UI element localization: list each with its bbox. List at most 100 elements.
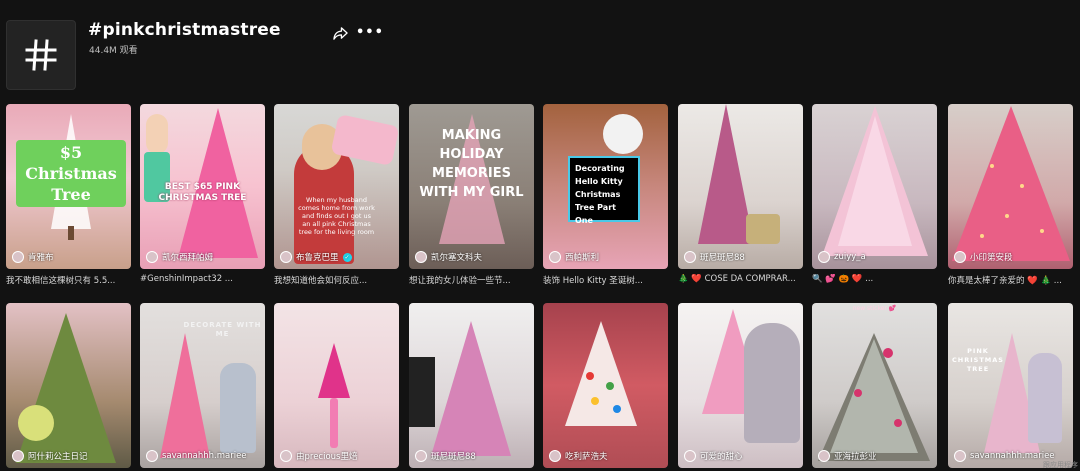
video-thumbnail[interactable]: DECORATE WITH ME savannahhh.mariee xyxy=(140,303,265,468)
person-figure xyxy=(220,363,256,453)
video-thumbnail[interactable]: 斑尼斑尼88 xyxy=(409,303,534,468)
avatar xyxy=(146,450,158,462)
avatar xyxy=(280,251,292,263)
person-figure xyxy=(744,323,800,443)
avatar xyxy=(549,251,561,263)
avatar xyxy=(684,251,696,263)
video-overlay-text: DECORATE WITH ME xyxy=(183,321,262,338)
video-caption: 🎄 ❤️ COSE DA COMPRAR... xyxy=(678,274,796,284)
view-count: 44.4M 观看 xyxy=(89,46,138,56)
video-author: 亚海拉彭业 xyxy=(818,450,877,462)
video-author: 西帕斯利 xyxy=(549,251,599,263)
video-author: 吃利萨浩夫 xyxy=(549,450,608,462)
video-thumbnail[interactable]: zuiyy_a xyxy=(812,104,937,269)
video-thumbnail[interactable]: Decorating Hello Kitty Christmas Tree Pa… xyxy=(543,104,668,269)
video-author: 可爱的甜心 xyxy=(684,450,743,462)
video-card[interactable]: MAKING HOLIDAY MEMORIES WITH MY GIRL 凯尔塞… xyxy=(409,104,534,286)
video-thumbnail[interactable]: 可爱的甜心 xyxy=(678,303,803,468)
video-card[interactable]: PINK CHRISTMAS TREE savannahhh.mariee xyxy=(948,303,1073,468)
avatar xyxy=(415,251,427,263)
video-author: 斑尼斑尼88 xyxy=(684,251,745,263)
video-caption: 装饰 Hello Kitty 圣诞树... xyxy=(543,276,643,286)
video-card[interactable]: 小印第安段 你真是太棒了亲爱的 ❤️ 🎄 ... xyxy=(948,104,1073,286)
video-card[interactable]: Decorating Hello Kitty Christmas Tree Pa… xyxy=(543,104,668,286)
video-card[interactable]: When my husband comes home from work and… xyxy=(274,104,399,286)
hashtag-avatar xyxy=(6,20,76,90)
video-card[interactable]: 斑尼斑尼88 xyxy=(409,303,534,468)
video-overlay-text: When my husband comes home from work and… xyxy=(298,196,375,236)
video-thumbnail[interactable]: new sticker 💕 亚海拉彭业 xyxy=(812,303,937,468)
video-author: 凯尔塞文科夫 xyxy=(415,251,482,263)
tree-graphic xyxy=(818,333,930,461)
video-card[interactable]: $5 Christmas Tree 肯雅布 我不敢相信这棵树只有 5.5... xyxy=(6,104,131,286)
tree-graphic xyxy=(822,106,928,256)
share-icon[interactable] xyxy=(333,26,348,41)
video-thumbnail[interactable]: BEST $65 PINK CHRISTMAS TREE 凯尔西拜帕姆 xyxy=(140,104,265,269)
video-overlay-text: Decorating Hello Kitty Christmas Tree Pa… xyxy=(568,156,640,225)
video-thumbnail[interactable]: PINK CHRISTMAS TREE savannahhh.mariee xyxy=(948,303,1073,468)
video-thumbnail[interactable]: 小印第安段 xyxy=(948,104,1073,269)
tree-graphic xyxy=(431,321,511,456)
tree-graphic xyxy=(565,321,637,426)
video-thumbnail[interactable]: 由precious里焙 xyxy=(274,303,399,468)
video-caption: 想让我的女儿体验一些节... xyxy=(409,276,511,286)
video-author: savannahhh.mariee xyxy=(954,450,1055,462)
video-card[interactable]: new sticker 💕 亚海拉彭业 xyxy=(812,303,937,468)
avatar xyxy=(549,450,561,462)
avatar xyxy=(146,251,158,263)
video-card[interactable]: 斑尼斑尼88 🎄 ❤️ COSE DA COMPRAR... xyxy=(678,104,803,284)
verified-badge-icon: ✓ xyxy=(342,252,352,262)
video-thumbnail[interactable]: 斑尼斑尼88 xyxy=(678,104,803,269)
video-author: 斑尼斑尼88 xyxy=(415,450,476,462)
video-overlay-text: new sticker 💕 xyxy=(852,305,897,312)
video-author: 肯雅布 xyxy=(12,251,54,263)
avatar xyxy=(818,251,830,263)
video-card[interactable]: 吃利萨浩夫 xyxy=(543,303,668,468)
video-author: 小印第安段 xyxy=(954,251,1013,263)
person-figure xyxy=(1028,353,1062,443)
avatar xyxy=(12,251,24,263)
avatar xyxy=(954,251,966,263)
video-caption: 你真是太棒了亲爱的 ❤️ 🎄 ... xyxy=(948,276,1062,286)
tree-graphic xyxy=(160,333,210,458)
video-card[interactable]: 可爱的甜心 xyxy=(678,303,803,468)
video-overlay-text: $5 Christmas Tree xyxy=(16,140,126,207)
video-card[interactable]: BEST $65 PINK CHRISTMAS TREE 凯尔西拜帕姆 #Gen… xyxy=(140,104,265,284)
screen-object xyxy=(409,357,435,427)
avatar xyxy=(818,450,830,462)
tree-graphic xyxy=(16,313,116,463)
tree-graphic xyxy=(318,343,350,448)
video-thumbnail[interactable]: MAKING HOLIDAY MEMORIES WITH MY GIRL 凯尔塞… xyxy=(409,104,534,269)
video-thumbnail[interactable]: 阿什莉公主日记 xyxy=(6,303,131,468)
video-caption: 🔍 💕 🎃 ❤️ ... xyxy=(812,274,874,284)
avatar xyxy=(954,450,966,462)
video-thumbnail[interactable]: $5 Christmas Tree 肯雅布 xyxy=(6,104,131,269)
video-card[interactable]: 阿什莉公主日记 xyxy=(6,303,131,468)
video-card[interactable]: 由precious里焙 xyxy=(274,303,399,468)
video-thumbnail[interactable]: 吃利萨浩夫 xyxy=(543,303,668,468)
video-overlay-text: PINK CHRISTMAS TREE xyxy=(952,347,1004,373)
video-author: 布鲁克巴里 ✓ xyxy=(280,251,352,263)
tree-graphic xyxy=(952,106,1070,261)
app-watermark: 跟应用程序 xyxy=(1043,461,1078,469)
video-author: 阿什莉公主日记 xyxy=(12,450,88,462)
hashtag-title: #pinkchristmastree xyxy=(88,20,281,40)
video-caption: #GenshinImpact32 ... xyxy=(140,274,233,284)
video-author: savannahhh.mariee xyxy=(146,450,247,462)
more-icon[interactable]: ••• xyxy=(356,25,383,41)
video-card[interactable]: zuiyy_a 🔍 💕 🎃 ❤️ ... xyxy=(812,104,937,284)
avatar xyxy=(280,450,292,462)
video-author: zuiyy_a xyxy=(818,251,866,263)
hashtag-icon xyxy=(25,39,57,71)
video-card[interactable]: DECORATE WITH ME savannahhh.mariee xyxy=(140,303,265,468)
video-overlay-text: MAKING HOLIDAY MEMORIES WITH MY GIRL xyxy=(419,128,524,200)
video-overlay-text: BEST $65 PINK CHRISTMAS TREE xyxy=(158,182,247,203)
gift-box xyxy=(746,214,780,244)
video-author: 由precious里焙 xyxy=(280,450,357,462)
avatar xyxy=(415,450,427,462)
video-thumbnail[interactable]: When my husband comes home from work and… xyxy=(274,104,399,269)
avatar xyxy=(12,450,24,462)
hello-kitty-figure xyxy=(603,114,643,154)
video-caption: 我想知道他会如何反应... xyxy=(274,276,368,286)
video-caption: 我不敢相信这棵树只有 5.5... xyxy=(6,276,116,286)
